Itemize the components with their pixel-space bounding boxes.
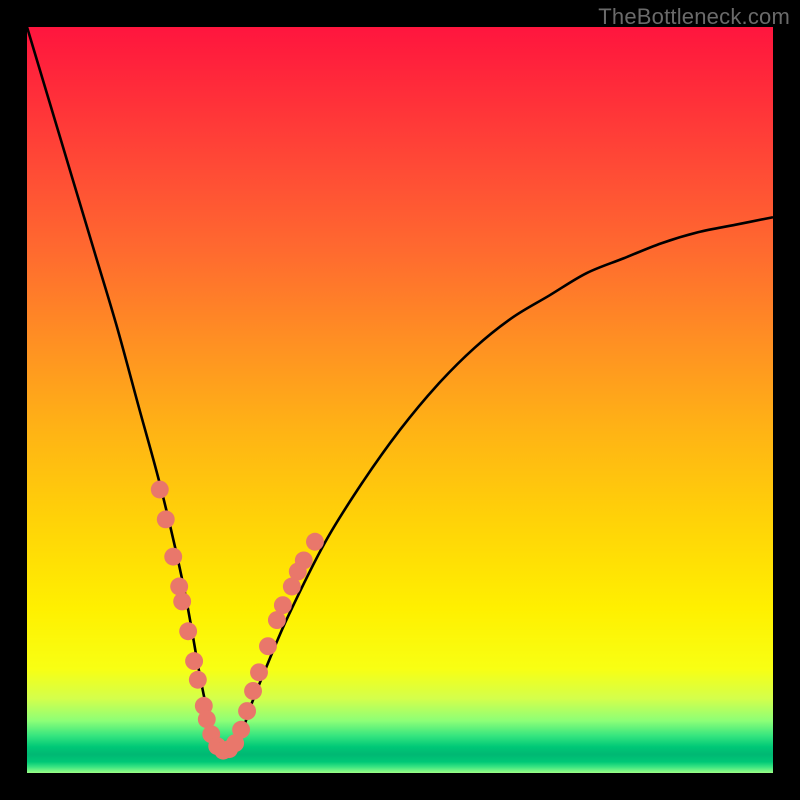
highlight-dot xyxy=(232,721,250,739)
highlight-dot xyxy=(238,702,256,720)
highlight-dot xyxy=(250,663,268,681)
highlight-dots-group xyxy=(151,481,324,760)
highlight-dot xyxy=(189,671,207,689)
highlight-dot xyxy=(306,533,324,551)
highlight-dot xyxy=(157,510,175,528)
bottleneck-curve-svg xyxy=(27,27,773,773)
highlight-dot xyxy=(164,548,182,566)
chart-frame: TheBottleneck.com xyxy=(0,0,800,800)
bottleneck-curve-path xyxy=(27,27,773,752)
highlight-dot xyxy=(295,551,313,569)
highlight-dot xyxy=(244,682,262,700)
highlight-dot xyxy=(151,481,169,499)
plot-area xyxy=(27,27,773,773)
highlight-dot xyxy=(185,652,203,670)
highlight-dot xyxy=(274,596,292,614)
highlight-dot xyxy=(173,592,191,610)
highlight-dot xyxy=(179,622,197,640)
highlight-dot xyxy=(259,637,277,655)
watermark-text: TheBottleneck.com xyxy=(598,4,790,30)
highlight-dot xyxy=(170,578,188,596)
